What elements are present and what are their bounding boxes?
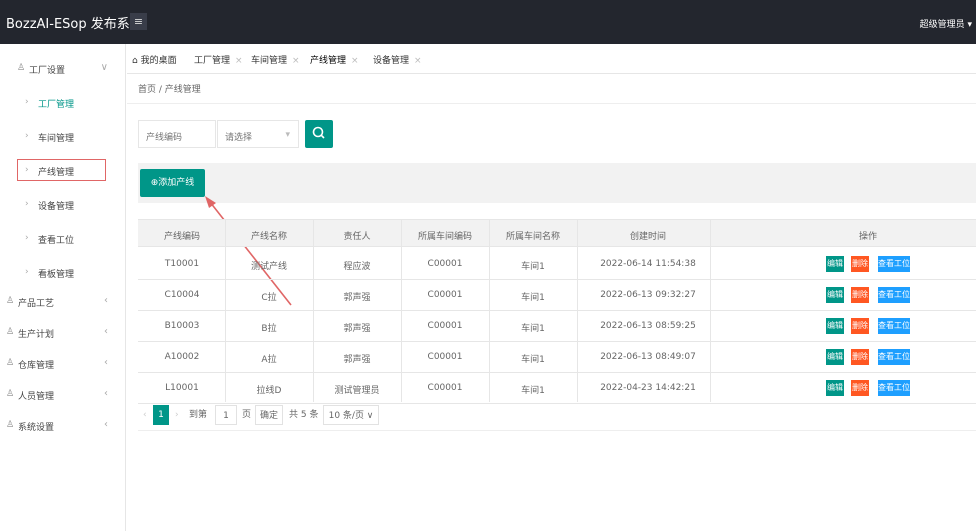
column-divider	[489, 219, 490, 402]
table-cell: 车间1	[521, 324, 545, 334]
delete-button[interactable]: 删除	[851, 318, 869, 334]
table-row: C10004 C拉 郭声强 C00001 车间1 2022-06-13 09:32:27 编…	[138, 279, 976, 311]
table-cell: 拉线D	[256, 386, 282, 396]
column-header: 创建时间	[629, 232, 667, 242]
page-unit: 页	[242, 410, 252, 420]
table-row: B10003 B拉 郭声强 C00001 车间1 2022-06-13 08:59:25 编…	[138, 310, 976, 342]
table-cell: C10004	[164, 290, 200, 300]
table-cell: B拉	[261, 324, 277, 334]
table-cell: C00001	[427, 321, 463, 331]
view-workstation-button[interactable]: 查看工位	[878, 380, 910, 396]
view-workstation-button[interactable]: 查看工位	[878, 349, 910, 365]
table-cell: 2022-04-23 14:42:21	[600, 383, 696, 393]
table-header: 产线编码 产线名称 责任人 所属车间编码 所属车间名称 创建时间 操作	[138, 219, 976, 247]
edit-button[interactable]: 编辑	[826, 287, 844, 303]
column-divider	[313, 219, 314, 402]
delete-button[interactable]: 删除	[851, 287, 869, 303]
table-cell: 郭声强	[343, 293, 371, 303]
divider	[138, 430, 976, 431]
table-row: T10001 测试产线 程应波 C00001 车间1 2022-06-14 11:54:3…	[138, 248, 976, 280]
table-cell: C00001	[427, 290, 463, 300]
table-cell: L10001	[165, 383, 199, 393]
table-cell: 测试产线	[250, 262, 288, 272]
table-cell: 测试管理员	[334, 386, 380, 396]
view-workstation-button[interactable]: 查看工位	[878, 318, 910, 334]
total-count: 共 5 条	[289, 410, 319, 420]
edit-button[interactable]: 编辑	[826, 318, 844, 334]
delete-button[interactable]: 删除	[851, 256, 869, 272]
table-cell: A拉	[261, 355, 277, 365]
table-cell: 2022-06-13 08:59:25	[600, 321, 696, 331]
next-page-icon[interactable]: ›	[175, 405, 179, 425]
column-divider	[225, 219, 226, 402]
table-cell: T10001	[164, 259, 200, 269]
table-cell: 2022-06-13 08:49:07	[600, 352, 696, 362]
edit-button[interactable]: 编辑	[826, 380, 844, 396]
view-workstation-button[interactable]: 查看工位	[878, 287, 910, 303]
table-cell: B10003	[164, 321, 200, 331]
edit-button[interactable]: 编辑	[826, 256, 844, 272]
column-divider	[710, 219, 711, 402]
column-divider	[401, 219, 402, 402]
table-cell: C拉	[261, 293, 277, 303]
table-cell: 车间1	[521, 262, 545, 272]
column-header: 产线名称	[250, 232, 288, 242]
table-cell: 程应波	[343, 262, 371, 272]
table-row: A10002 A拉 郭声强 C00001 车间1 2022-06-13 08:49:07 编…	[138, 341, 976, 373]
delete-button[interactable]: 删除	[851, 380, 869, 396]
page-size-select[interactable]: 10 条/页 ∨	[323, 405, 379, 425]
table-cell: 2022-06-14 11:54:38	[600, 259, 696, 269]
table-cell: C00001	[427, 383, 463, 393]
table-cell: 车间1	[521, 293, 545, 303]
goto-label: 到第	[189, 410, 208, 420]
edit-button[interactable]: 编辑	[826, 349, 844, 365]
table-cell: 郭声强	[343, 355, 371, 365]
column-header: 所属车间编码	[417, 232, 473, 242]
delete-button[interactable]: 删除	[851, 349, 869, 365]
table-cell: 2022-06-13 09:32:27	[600, 290, 696, 300]
goto-confirm-button[interactable]: 确定	[255, 405, 283, 425]
table-cell: 车间1	[521, 386, 545, 396]
column-header: 责任人	[343, 232, 371, 242]
table-cell: A10002	[164, 352, 200, 362]
prev-page-icon[interactable]: ‹	[143, 405, 147, 425]
column-header: 操作	[858, 232, 878, 242]
goto-page-input[interactable]: 1	[215, 405, 237, 425]
page-1[interactable]: 1	[153, 405, 169, 425]
column-header: 所属车间名称	[505, 232, 561, 242]
table-cell: 郭声强	[343, 324, 371, 334]
table-cell: C00001	[427, 352, 463, 362]
view-workstation-button[interactable]: 查看工位	[878, 256, 910, 272]
column-header: 产线编码	[163, 232, 201, 242]
table-cell: 车间1	[521, 355, 545, 365]
column-divider	[577, 219, 578, 402]
table-row: L10001 拉线D 测试管理员 C00001 车间1 2022-04-23 14:42:…	[138, 372, 976, 404]
table-cell: C00001	[427, 259, 463, 269]
